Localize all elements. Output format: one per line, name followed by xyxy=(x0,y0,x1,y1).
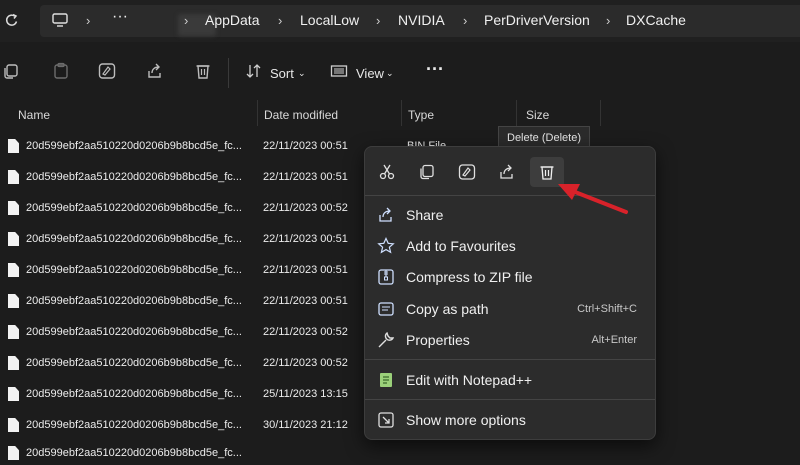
annotation-arrow-icon xyxy=(558,184,628,214)
